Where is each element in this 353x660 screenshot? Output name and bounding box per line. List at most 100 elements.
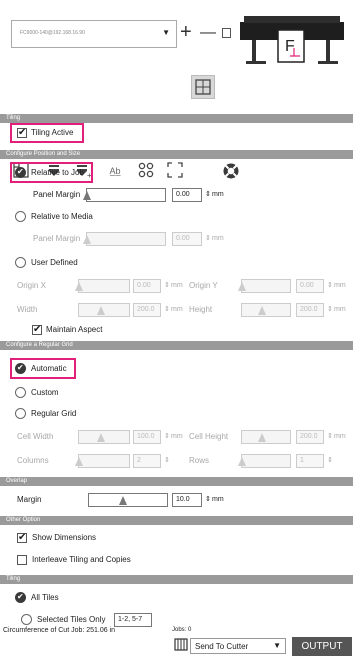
interleave-checkbox[interactable] [17,555,27,565]
interleave-label: Interleave Tiling and Copies [32,555,131,564]
origin-y-input: 0.00 [296,279,324,293]
frame-icon[interactable] [166,162,184,180]
spinner-icon[interactable]: ⇕ [205,188,211,202]
maintain-aspect-label: Maintain Aspect [46,325,103,334]
custom-radio[interactable] [15,387,26,398]
slider-thumb [75,282,83,291]
width-label: Width [17,305,38,314]
cell-height-label: Cell Height [189,432,229,441]
width-slider [78,303,130,317]
rows-slider [238,454,291,468]
send-option-dropdown[interactable]: Send To Cutter ▼ [190,638,286,654]
spinner-icon: ⇕ [327,457,333,464]
origin-x-input: 0.00 [133,279,161,293]
panel-margin-input[interactable]: 0.00 [172,188,202,202]
cell-height-input: 200.0 [296,430,324,444]
margin-label: Margin [17,495,42,504]
selected-tiles-label: Selected Tiles Only [37,615,106,624]
relative-to-media-label: Relative to Media [31,212,93,221]
slider-thumb [75,457,83,466]
regular-grid-radio[interactable] [15,408,26,419]
chevron-down-icon: ▼ [162,28,170,37]
show-dimensions-checkbox[interactable] [17,532,27,543]
remove-device-button[interactable]: — [200,24,216,42]
unit-label: mm [334,306,346,313]
maintain-aspect-checkbox[interactable] [32,324,42,335]
highlight-relative-to-job [10,162,93,183]
section-header-position: Configure Position and Size [0,150,353,159]
section-header-tiling: Tiling [0,114,353,123]
spinner-icon: ⇕ [205,235,211,242]
highlight-automatic [10,358,76,379]
user-defined-label: User Defined [31,258,78,267]
unit-label: mm [171,433,183,440]
panel-margin-label: Panel Margin [33,190,81,199]
toolbar: + A̲b̲ [0,75,353,180]
slider-thumb [258,306,266,315]
all-tiles-radio[interactable] [15,592,26,603]
slider-thumb [97,433,105,442]
columns-slider [75,454,130,468]
cutter-queue-icon [174,638,188,651]
origin-x-label: Origin X [17,281,46,290]
cell-width-label: Cell Width [17,432,54,441]
slider-thumb [238,282,246,291]
cell-width-input: 100.0 [133,430,161,444]
overlap-margin-input[interactable]: 10.0 [172,493,202,507]
device-selector[interactable]: FC9000-140@192.168.16.90 ▼ [11,20,177,48]
rows-label: Rows [189,456,210,465]
user-defined-radio[interactable] [15,257,26,268]
circumference-text: Circumference of Cut Job: 251.06 in [3,627,116,634]
spinner-icon: ⇕ [164,282,170,289]
slider-thumb [97,306,105,315]
origin-y-label: Origin Y [189,281,218,290]
edit-device-icon[interactable] [222,28,231,38]
highlight-tiling-active [10,123,84,143]
selected-tiles-radio[interactable] [21,614,32,625]
relative-to-media-radio[interactable] [15,211,26,222]
slider-thumb[interactable] [83,191,91,200]
nodes-icon[interactable] [137,162,155,180]
height-input: 200.0 [296,303,324,317]
cutter-image: F [238,8,346,66]
section-header-tiling-2: Tiling [0,575,353,584]
unit-label: mm [212,496,224,503]
section-header-grid: Configure a Regular Grid [0,341,353,350]
spinner-icon: ⇕ [164,433,170,440]
origin-y-slider [238,279,291,293]
selected-tiles-input[interactable]: 1-2, 5-7 [114,613,152,627]
overlap-margin-slider[interactable] [88,493,168,507]
origin-x-slider [75,279,130,293]
show-dimensions-label: Show Dimensions [32,533,97,542]
width-input: 200.0 [133,303,161,317]
unit-label: mm [334,433,346,440]
spinner-icon[interactable]: ⇕ [205,493,211,507]
send-option-value: Send To Cutter [195,642,249,651]
jobs-count: Jobs: 0 [172,627,192,633]
text-icon[interactable]: A̲b̲ [106,162,124,180]
panel-margin-input-2: 0.00 [172,232,202,246]
panel-margin-slider-2 [83,232,166,246]
slider-thumb [258,433,266,442]
cell-width-slider [78,430,130,444]
section-header-overlap: Overlap [0,477,353,486]
chevron-down-icon: ▼ [273,641,281,650]
height-label: Height [189,305,213,314]
spinner-icon: ⇕ [164,306,170,313]
lifebuoy-icon[interactable] [222,162,240,180]
cell-height-slider [241,430,291,444]
output-button[interactable]: OUTPUT [292,637,352,656]
spinner-icon: ⇕ [327,306,333,313]
section-header-other: Other Option [0,516,353,525]
rows-input: 1 [296,454,324,468]
add-device-button[interactable]: + [180,21,192,44]
slider-thumb[interactable] [119,496,127,505]
spinner-icon: ⇕ [327,433,333,440]
tiling-icon[interactable] [191,75,215,99]
panel-margin-slider[interactable] [83,188,166,202]
height-slider [241,303,291,317]
unit-label: mm [212,191,224,198]
slider-thumb [83,235,91,244]
slider-thumb [238,457,246,466]
unit-label: mm [212,235,224,242]
